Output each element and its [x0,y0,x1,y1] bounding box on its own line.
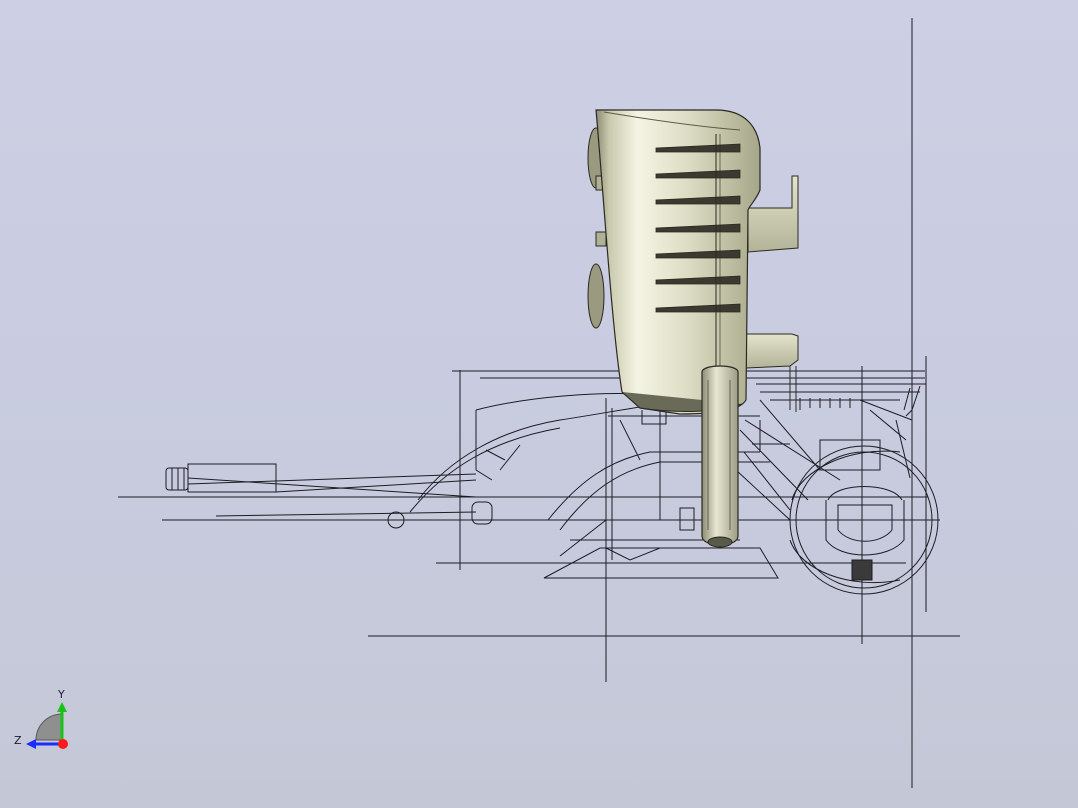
engine-shaft [701,365,739,546]
shaded-engine-body [587,109,799,548]
triad-arc [35,713,63,741]
triad-z-arrow [26,739,36,749]
triad-y-label: Y [57,688,65,701]
triad-y-arrow [57,702,67,712]
cad-graphics-viewport[interactable]: Y Z [0,0,1078,808]
cad-model-svg[interactable]: Y Z [0,0,1078,808]
construction-lines [118,18,960,788]
triad-x-origin [58,739,68,749]
lower-bracket [745,333,799,369]
side-knob-lower [587,263,605,329]
view-orientation-triad[interactable]: Y Z [14,688,68,749]
triad-z-label: Z [14,734,22,747]
